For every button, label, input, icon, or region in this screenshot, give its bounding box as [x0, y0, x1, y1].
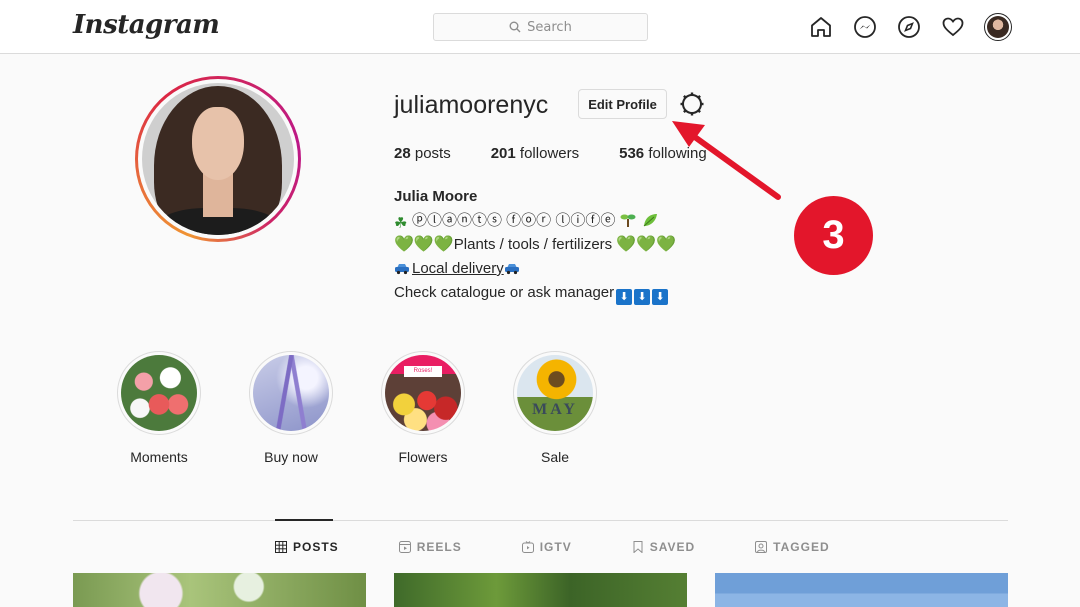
heart-icon[interactable] — [940, 14, 966, 40]
highlight-label: Flowers — [398, 449, 448, 465]
search-icon — [509, 21, 521, 33]
highlight-label: Buy now — [264, 449, 318, 465]
annotation-step-badge: 3 — [794, 196, 873, 275]
home-icon[interactable] — [808, 14, 834, 40]
down-arrow-icon: ⬇ — [652, 289, 669, 305]
tagged-user-icon — [755, 541, 768, 553]
tab-igtv[interactable]: IGTV — [521, 540, 572, 554]
highlight-buy-now[interactable]: Buy now — [249, 351, 333, 465]
following-stat[interactable]: 536 following — [619, 145, 707, 162]
sprout-icon — [620, 214, 636, 227]
leaf-icon — [643, 214, 657, 227]
tab-reels[interactable]: REELS — [398, 540, 462, 554]
highlight-thumbnail — [253, 355, 329, 431]
reels-icon — [398, 541, 411, 553]
igtv-icon — [521, 541, 534, 553]
green-heart-icon: 💚💚💚 — [616, 236, 677, 253]
highlight-thumbnail — [121, 355, 197, 431]
tab-saved[interactable]: SAVED — [632, 540, 695, 554]
highlight-label: Sale — [540, 449, 570, 465]
top-navbar: Instagram Search — [0, 0, 1080, 54]
post-thumbnail[interactable] — [394, 573, 687, 607]
posts-grid — [73, 573, 1008, 607]
profile-avatar-nav[interactable] — [984, 13, 1012, 41]
profile-bio: Julia Moore ☘ ⓟⓛⓐⓝⓣⓢ ⓕⓞⓡ ⓛⓘⓕⓔ 💚💚💚Plants /… — [394, 185, 676, 305]
tab-posts[interactable]: POSTS — [275, 540, 339, 554]
bookmark-icon — [633, 541, 643, 553]
instagram-logo[interactable]: Instagram — [73, 10, 220, 40]
story-highlights: Moments Buy now Roses! Flowers MAY Sale — [117, 351, 645, 465]
profile-full-name: Julia Moore — [394, 188, 478, 205]
down-arrow-icon: ⬇ — [634, 289, 651, 305]
settings-gear-icon[interactable] — [679, 91, 705, 117]
post-thumbnail[interactable] — [715, 573, 1008, 607]
highlight-thumbnail: Roses! — [385, 355, 461, 431]
highlight-overlay-text: MAY — [532, 400, 578, 418]
bio-line-2: 💚💚💚Plants / tools / fertilizers 💚💚💚 — [394, 236, 677, 253]
tabs-divider — [73, 520, 1008, 521]
tab-tagged[interactable]: TAGGED — [755, 540, 829, 554]
messenger-icon[interactable] — [852, 14, 878, 40]
active-tab-indicator — [275, 519, 333, 521]
profile-avatar[interactable] — [135, 76, 301, 242]
explore-icon[interactable] — [896, 14, 922, 40]
profile-username: juliamoorenyc — [394, 91, 549, 119]
down-arrow-icon: ⬇ — [616, 289, 633, 305]
profile-tabs: POSTS REELS IGTV SAVED TAGGED — [275, 540, 890, 554]
highlight-flowers[interactable]: Roses! Flowers — [381, 351, 465, 465]
highlight-moments[interactable]: Moments — [117, 351, 201, 465]
bio-line-3: Local delivery — [394, 257, 676, 281]
search-placeholder: Search — [527, 19, 572, 35]
car-icon — [504, 264, 519, 275]
highlight-thumbnail: MAY — [517, 355, 593, 431]
green-heart-icon: 💚💚💚 — [394, 236, 454, 253]
post-thumbnail[interactable] — [73, 573, 366, 607]
car-icon — [395, 264, 409, 275]
edit-profile-button[interactable]: Edit Profile — [578, 89, 667, 119]
highlight-label: Moments — [130, 449, 188, 465]
posts-stat: 28 posts — [394, 145, 451, 162]
profile-stats: 28 posts 201 followers 536 following — [394, 145, 747, 162]
local-delivery-link[interactable]: Local delivery — [412, 260, 504, 277]
shamrock-icon: ☘ — [394, 215, 408, 232]
bio-line-4: Check catalogue or ask manager ⬇ ⬇ ⬇ — [394, 281, 676, 305]
followers-stat[interactable]: 201 followers — [491, 145, 579, 162]
highlight-overlay-text: Roses! — [404, 366, 442, 378]
highlight-sale[interactable]: MAY Sale — [513, 351, 597, 465]
search-input[interactable]: Search — [433, 13, 648, 41]
bio-line-1: ☘ ⓟⓛⓐⓝⓣⓢ ⓕⓞⓡ ⓛⓘⓕⓔ — [394, 209, 676, 233]
grid-icon — [275, 541, 287, 553]
